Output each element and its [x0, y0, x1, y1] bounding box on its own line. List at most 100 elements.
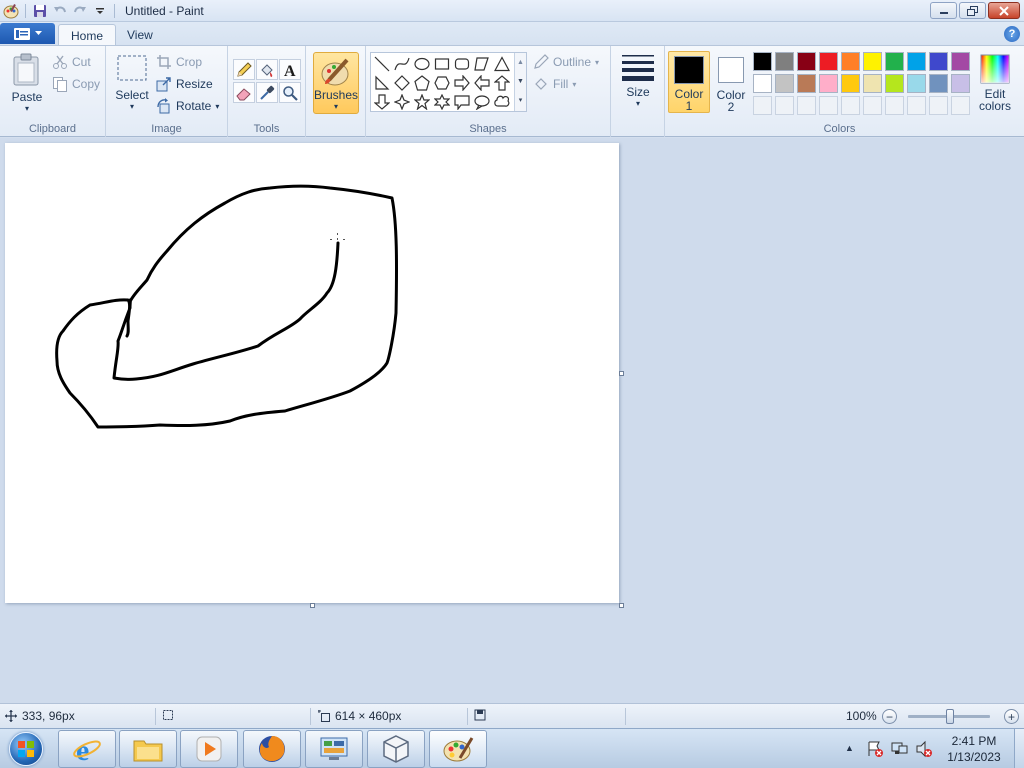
drawing-canvas[interactable] — [5, 143, 619, 603]
show-desktop-button[interactable] — [1014, 729, 1024, 768]
clock[interactable]: 2:41 PM 1/13/2023 — [940, 733, 1008, 765]
oval-callout-shape-icon[interactable] — [472, 92, 492, 111]
palette-custom-slot[interactable] — [841, 96, 860, 115]
four-point-star-shape-icon[interactable] — [392, 92, 412, 111]
palette-custom-slot[interactable] — [775, 96, 794, 115]
color-2-button[interactable]: Color 2 — [710, 51, 752, 113]
redo-icon[interactable] — [71, 2, 89, 20]
taskbar-firefox[interactable] — [243, 730, 301, 768]
scroll-up-icon[interactable]: ▲ — [515, 53, 526, 72]
paint-app-icon[interactable] — [2, 2, 20, 20]
palette-swatch[interactable] — [819, 52, 838, 71]
rectangle-shape-icon[interactable] — [432, 54, 452, 73]
taskbar-windows-explorer[interactable] — [119, 730, 177, 768]
magnifier-tool[interactable] — [279, 82, 301, 103]
fill-tool[interactable] — [256, 59, 278, 80]
outline-button[interactable]: Outline ▾ — [533, 52, 599, 72]
palette-swatch[interactable] — [885, 52, 904, 71]
palette-custom-slot[interactable] — [885, 96, 904, 115]
taskbar-virtualbox[interactable] — [367, 730, 425, 768]
restore-button[interactable] — [959, 2, 986, 19]
palette-swatch[interactable] — [929, 52, 948, 71]
palette-custom-slot[interactable] — [929, 96, 948, 115]
palette-swatch[interactable] — [753, 52, 772, 71]
edit-colors-button[interactable]: Edit colors — [973, 51, 1017, 113]
palette-swatch[interactable] — [775, 74, 794, 93]
zoom-in-button[interactable]: + — [1004, 709, 1019, 724]
help-icon[interactable]: ? — [1004, 26, 1020, 42]
left-arrow-shape-icon[interactable] — [472, 73, 492, 92]
customize-qat-icon[interactable] — [91, 2, 109, 20]
canvas-resize-handle-right[interactable] — [619, 371, 624, 376]
cut-button[interactable]: Cut — [52, 52, 91, 72]
six-point-star-shape-icon[interactable] — [432, 92, 452, 111]
scroll-down-icon[interactable]: ▼ — [515, 72, 526, 91]
rotate-button[interactable]: Rotate ▾ — [156, 96, 219, 116]
polygon-shape-icon[interactable] — [472, 54, 492, 73]
color-1-button[interactable]: Color 1 — [668, 51, 710, 113]
taskbar-internet-explorer[interactable]: e — [58, 730, 116, 768]
canvas-resize-handle-corner[interactable] — [619, 603, 624, 608]
copy-button[interactable]: Copy — [52, 74, 100, 94]
palette-swatch[interactable] — [907, 52, 926, 71]
close-button[interactable] — [988, 2, 1020, 19]
five-point-star-shape-icon[interactable] — [412, 92, 432, 111]
taskbar-media-player[interactable] — [180, 730, 238, 768]
start-button[interactable] — [3, 730, 49, 768]
palette-swatch[interactable] — [753, 74, 772, 93]
color-picker-tool[interactable] — [256, 82, 278, 103]
network-icon[interactable] — [891, 740, 909, 761]
paint-menu-button[interactable] — [0, 23, 55, 44]
palette-swatch[interactable] — [863, 74, 882, 93]
cloud-callout-shape-icon[interactable] — [492, 92, 512, 111]
palette-custom-slot[interactable] — [797, 96, 816, 115]
right-triangle-shape-icon[interactable] — [372, 73, 392, 92]
palette-swatch[interactable] — [797, 52, 816, 71]
palette-custom-slot[interactable] — [863, 96, 882, 115]
palette-swatch[interactable] — [775, 52, 794, 71]
palette-swatch[interactable] — [841, 74, 860, 93]
minimize-button[interactable] — [930, 2, 957, 19]
palette-swatch[interactable] — [885, 74, 904, 93]
palette-swatch[interactable] — [951, 52, 970, 71]
tab-view[interactable]: View — [115, 24, 165, 46]
palette-swatch[interactable] — [929, 74, 948, 93]
zoom-out-button[interactable]: − — [882, 709, 897, 724]
expand-gallery-icon[interactable]: ▾ — [515, 91, 526, 110]
palette-swatch[interactable] — [863, 52, 882, 71]
pencil-tool[interactable] — [233, 59, 255, 80]
curve-shape-icon[interactable] — [392, 54, 412, 73]
action-center-icon[interactable] — [866, 740, 884, 761]
triangle-shape-icon[interactable] — [492, 54, 512, 73]
oval-shape-icon[interactable] — [412, 54, 432, 73]
volume-muted-icon[interactable] — [915, 740, 933, 761]
palette-swatch[interactable] — [819, 74, 838, 93]
zoom-slider-thumb[interactable] — [946, 709, 954, 724]
right-arrow-shape-icon[interactable] — [452, 73, 472, 92]
down-arrow-shape-icon[interactable] — [372, 92, 392, 111]
eraser-tool[interactable] — [233, 82, 255, 103]
palette-swatch[interactable] — [797, 74, 816, 93]
taskbar-paint[interactable] — [429, 730, 487, 768]
hexagon-shape-icon[interactable] — [432, 73, 452, 92]
undo-icon[interactable] — [51, 2, 69, 20]
brushes-button[interactable]: Brushes ▾ — [313, 52, 359, 114]
rounded-rectangle-shape-icon[interactable] — [452, 54, 472, 73]
diamond-shape-icon[interactable] — [392, 73, 412, 92]
fill-button[interactable]: Fill ▾ — [533, 74, 576, 94]
palette-custom-slot[interactable] — [951, 96, 970, 115]
taskbar-control-panel[interactable] — [305, 730, 363, 768]
paste-button[interactable]: Paste ▾ — [8, 52, 46, 113]
pentagon-shape-icon[interactable] — [412, 73, 432, 92]
palette-custom-slot[interactable] — [907, 96, 926, 115]
line-shape-icon[interactable] — [372, 54, 392, 73]
show-hidden-icons-icon[interactable]: ▲ — [845, 743, 854, 753]
palette-swatch[interactable] — [841, 52, 860, 71]
crop-button[interactable]: Crop — [156, 52, 202, 72]
rectangular-callout-shape-icon[interactable] — [452, 92, 472, 111]
shapes-scrollbar[interactable]: ▲ ▼ ▾ — [514, 53, 526, 111]
save-icon[interactable] — [31, 2, 49, 20]
text-tool[interactable]: A — [279, 59, 301, 80]
palette-swatch[interactable] — [951, 74, 970, 93]
palette-custom-slot[interactable] — [753, 96, 772, 115]
